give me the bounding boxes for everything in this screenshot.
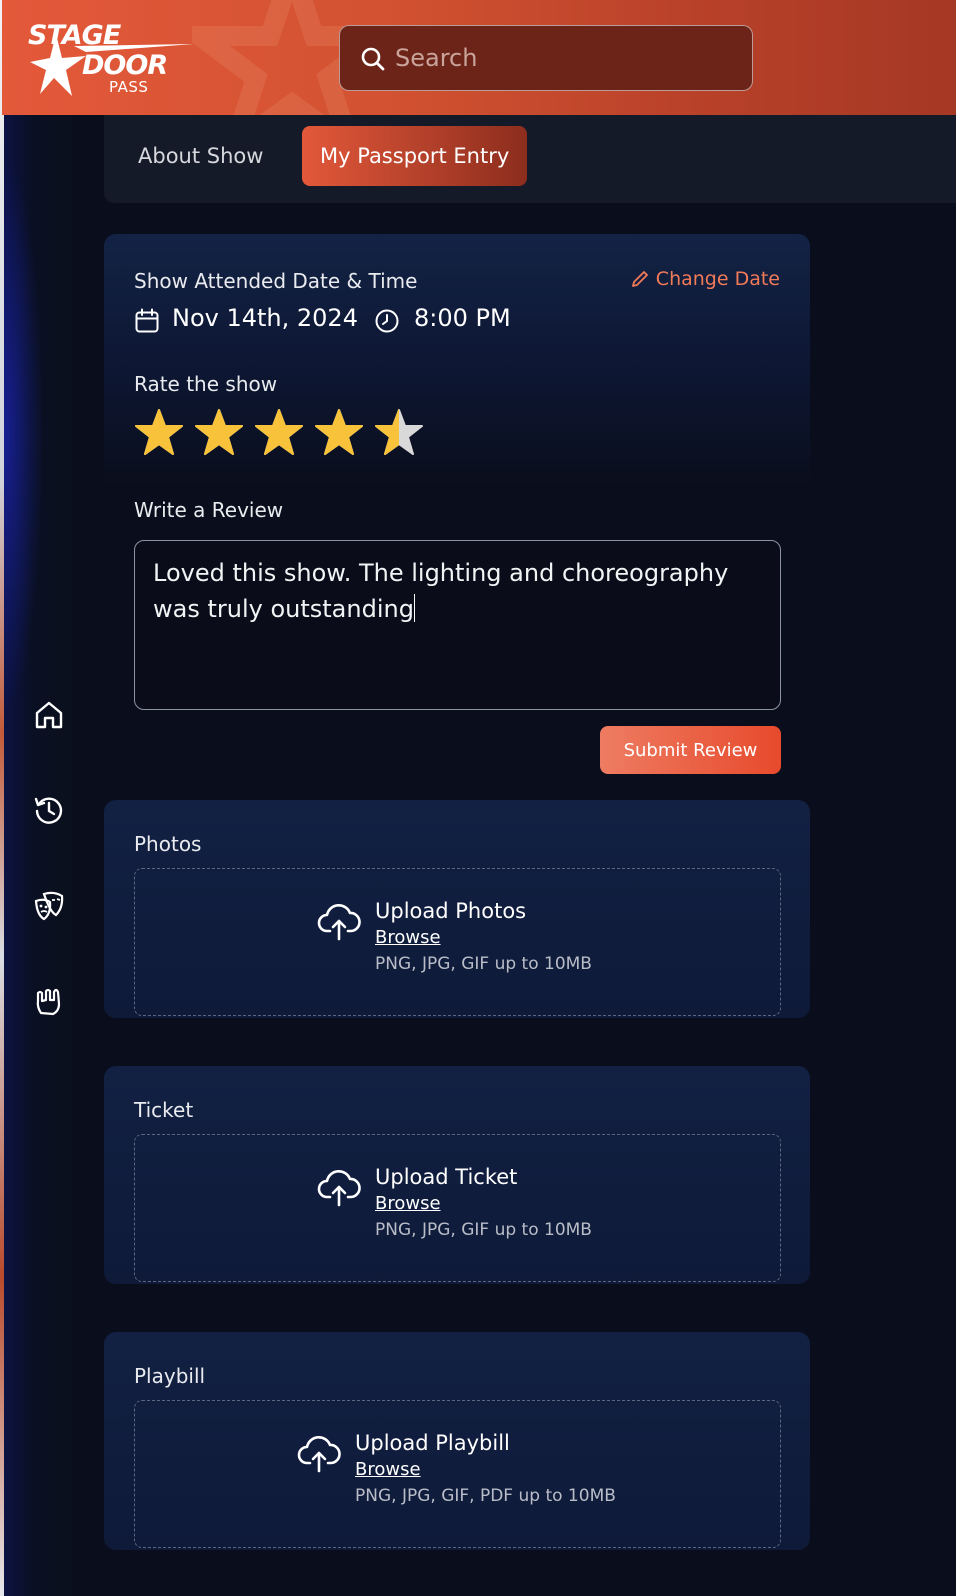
star-icon[interactable]: [374, 408, 424, 458]
sidebar-item-home[interactable]: [29, 695, 69, 735]
theater-masks-icon: [34, 891, 64, 921]
rock-hand-icon: [36, 988, 61, 1016]
ticket-section-title: Ticket: [134, 1098, 194, 1122]
star-icon[interactable]: [134, 408, 184, 458]
photos-section-title: Photos: [134, 832, 202, 856]
ticket-format-hint: PNG, JPG, GIF up to 10MB: [375, 1220, 592, 1240]
logo-text-door: DOOR: [82, 50, 168, 81]
attended-time-value: 8:00 PM: [414, 304, 511, 332]
top-header: STAGE DOOR PASS: [2, 0, 956, 115]
logo-text-pass: PASS: [109, 78, 149, 96]
cloud-upload-icon: [317, 1169, 361, 1207]
playbill-dropzone[interactable]: Upload Playbill Browse PNG, JPG, GIF, PD…: [134, 1400, 781, 1548]
sidebar-item-shows[interactable]: [29, 885, 69, 925]
browse-ticket-link[interactable]: Browse: [375, 1193, 592, 1214]
clock-icon: [375, 309, 399, 333]
search-box[interactable]: [339, 25, 753, 91]
change-date-button[interactable]: Change Date: [630, 268, 780, 290]
browse-playbill-link[interactable]: Browse: [355, 1459, 616, 1480]
history-icon: [34, 797, 63, 824]
sidebar-item-history[interactable]: [29, 790, 69, 830]
review-textarea[interactable]: Loved this show. The lighting and choreo…: [134, 540, 781, 710]
show-tabs: About Show My Passport Entry: [104, 115, 956, 203]
upload-photos-title: Upload Photos: [375, 899, 527, 923]
write-review-label: Write a Review: [134, 498, 284, 522]
pencil-icon: [631, 271, 648, 287]
cloud-upload-icon: [297, 1435, 341, 1473]
home-icon: [35, 701, 63, 729]
photos-format-hint: PNG, JPG, GIF up to 10MB: [375, 954, 592, 974]
search-icon: [361, 47, 385, 71]
star-rating[interactable]: [134, 408, 424, 458]
search-input[interactable]: [395, 38, 735, 78]
cloud-upload-icon: [317, 903, 361, 941]
tab-about-show[interactable]: About Show: [120, 126, 281, 186]
logo-text-stage: STAGE: [28, 20, 121, 51]
playbill-card: Playbill Upload Playbill Browse PNG, JPG…: [104, 1332, 810, 1550]
playbill-format-hint: PNG, JPG, GIF, PDF up to 10MB: [355, 1486, 616, 1506]
submit-review-button[interactable]: Submit Review: [600, 726, 781, 774]
upload-ticket-title: Upload Ticket: [375, 1165, 518, 1189]
photos-card: Photos Upload Photos Browse PNG, JPG, GI…: [104, 800, 810, 1018]
photos-dropzone[interactable]: Upload Photos Browse PNG, JPG, GIF up to…: [134, 868, 781, 1016]
sidebar-item-rock[interactable]: [29, 980, 69, 1020]
attended-date-value: Nov 14th, 2024: [172, 304, 358, 332]
browse-photos-link[interactable]: Browse: [375, 927, 592, 948]
text-cursor: [413, 594, 416, 622]
change-date-label: Change Date: [655, 268, 780, 290]
calendar-icon: [135, 308, 159, 333]
ticket-card: Ticket Upload Ticket Browse PNG, JPG, GI…: [104, 1066, 810, 1284]
upload-playbill-title: Upload Playbill: [355, 1431, 510, 1455]
star-icon[interactable]: [314, 408, 364, 458]
stage-door-pass-logo[interactable]: STAGE DOOR PASS: [26, 18, 201, 100]
star-icon[interactable]: [194, 408, 244, 458]
ticket-dropzone[interactable]: Upload Ticket Browse PNG, JPG, GIF up to…: [134, 1134, 781, 1282]
playbill-section-title: Playbill: [134, 1364, 206, 1388]
tab-my-passport-entry[interactable]: My Passport Entry: [302, 126, 528, 186]
attended-date-label: Show Attended Date & Time: [134, 269, 418, 293]
rate-show-label: Rate the show: [134, 372, 278, 396]
passport-entry-card: Show Attended Date & Time Change Date No…: [104, 234, 810, 794]
star-icon[interactable]: [254, 408, 304, 458]
review-text: Loved this show. The lighting and choreo…: [153, 559, 729, 623]
sidebar: [4, 115, 72, 1596]
sidebar-glow: [4, 155, 44, 715]
